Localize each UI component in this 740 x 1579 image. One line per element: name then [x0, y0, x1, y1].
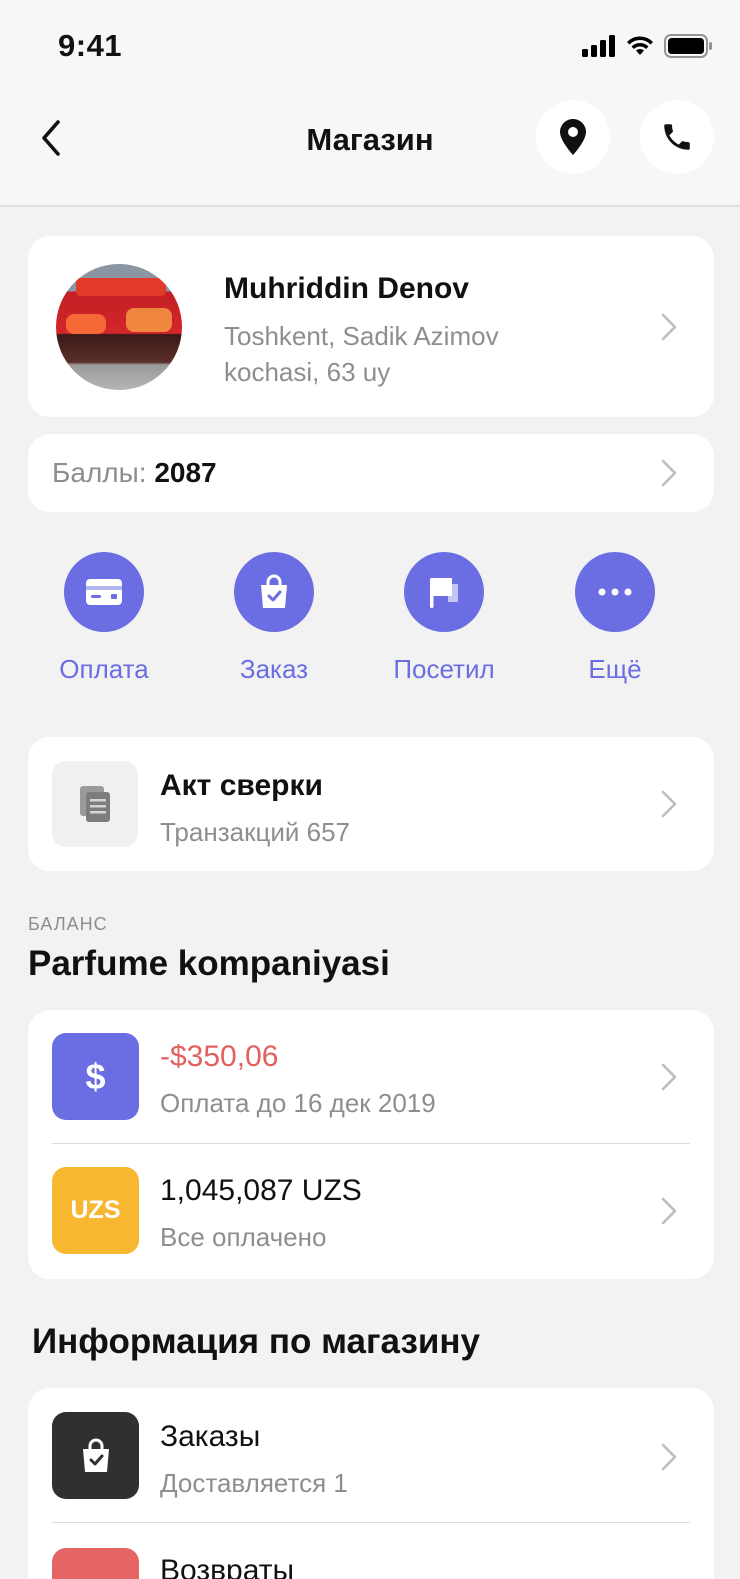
reconciliation-title: Акт сверки	[160, 769, 323, 802]
page-title: Магазин	[306, 122, 434, 157]
balance-company-title: Parfume kompaniyasi	[28, 944, 390, 983]
call-button[interactable]	[640, 100, 714, 174]
location-button[interactable]	[536, 100, 610, 174]
wifi-icon	[627, 36, 653, 55]
action-visited[interactable]: Посетил	[359, 552, 529, 685]
store-avatar	[56, 264, 182, 390]
dollar-icon: $	[52, 1033, 139, 1120]
store-owner-name: Muhriddin Denov	[224, 272, 469, 305]
balance-amount-usd: -$350,06	[160, 1040, 279, 1073]
documents-icon	[52, 761, 138, 847]
balance-amount-uzs: 1,045,087 UZS	[160, 1174, 362, 1207]
store-address: Toshkent, Sadik Azimov kochasi, 63 uy	[224, 321, 499, 387]
action-payment[interactable]: Оплата	[19, 552, 189, 685]
store-info-title: Информация по магазину	[32, 1322, 480, 1361]
action-more[interactable]: Ещё	[530, 552, 700, 685]
balance-due-date: Оплата до 16 дек 2019	[160, 1088, 436, 1118]
reconciliation-card[interactable]: Акт сверки Транзакций 657	[28, 737, 714, 871]
more-dots-icon	[598, 588, 632, 596]
chevron-right-icon	[661, 459, 677, 487]
chevron-right-icon	[661, 1197, 677, 1225]
chevron-right-icon	[661, 313, 677, 341]
balance-caption: БАЛАНС	[28, 914, 108, 934]
action-payment-label: Оплата	[59, 654, 149, 684]
map-pin-icon	[560, 119, 586, 155]
action-order[interactable]: Заказ	[189, 552, 359, 685]
quick-actions: Оплата Заказ Посетил Ещё	[0, 552, 740, 692]
signal-icon	[582, 35, 615, 57]
orders-subtitle: Доставляется 1	[160, 1468, 348, 1498]
balance-row-usd[interactable]: $ -$350,06 Оплата до 16 дек 2019	[28, 1010, 714, 1144]
returns-title: Возвраты	[160, 1554, 295, 1579]
action-more-label: Ещё	[588, 654, 642, 684]
chevron-right-icon	[661, 790, 677, 818]
balance-status: Все оплачено	[160, 1222, 327, 1252]
battery-icon	[664, 34, 712, 58]
divider	[52, 1522, 690, 1523]
card-icon	[86, 579, 122, 605]
orders-title: Заказы	[160, 1420, 261, 1453]
balance-row-uzs[interactable]: UZS 1,045,087 UZS Все оплачено	[28, 1144, 714, 1278]
store-profile-card[interactable]: Muhriddin Denov Toshkent, Sadik Azimov k…	[28, 236, 714, 417]
status-icons	[582, 34, 714, 58]
nav-bar: Магазин	[0, 90, 740, 207]
chevron-right-icon	[661, 1063, 677, 1091]
points-row: Баллы: 2087	[52, 457, 217, 489]
flag-icon	[430, 578, 458, 608]
action-order-label: Заказ	[239, 654, 309, 684]
phone-icon	[664, 124, 690, 150]
status-bar: 9:41	[0, 0, 740, 90]
store-sign	[76, 278, 166, 296]
balance-card: $ -$350,06 Оплата до 16 дек 2019 UZS 1,0…	[28, 1010, 714, 1279]
returns-icon	[52, 1548, 139, 1579]
points-value: 2087	[154, 457, 217, 488]
points-card[interactable]: Баллы: 2087	[28, 434, 714, 512]
reconciliation-subtitle: Транзакций 657	[160, 817, 350, 847]
bag-check-icon	[261, 574, 287, 608]
uzs-currency-icon: UZS	[52, 1167, 139, 1254]
status-time: 9:41	[58, 28, 123, 63]
bag-check-icon	[52, 1412, 139, 1499]
chevron-right-icon	[661, 1443, 677, 1471]
store-info-card: Заказы Доставляется 1 Возвраты	[28, 1388, 714, 1579]
points-label: Баллы:	[52, 457, 147, 488]
action-visited-label: Посетил	[393, 654, 495, 684]
